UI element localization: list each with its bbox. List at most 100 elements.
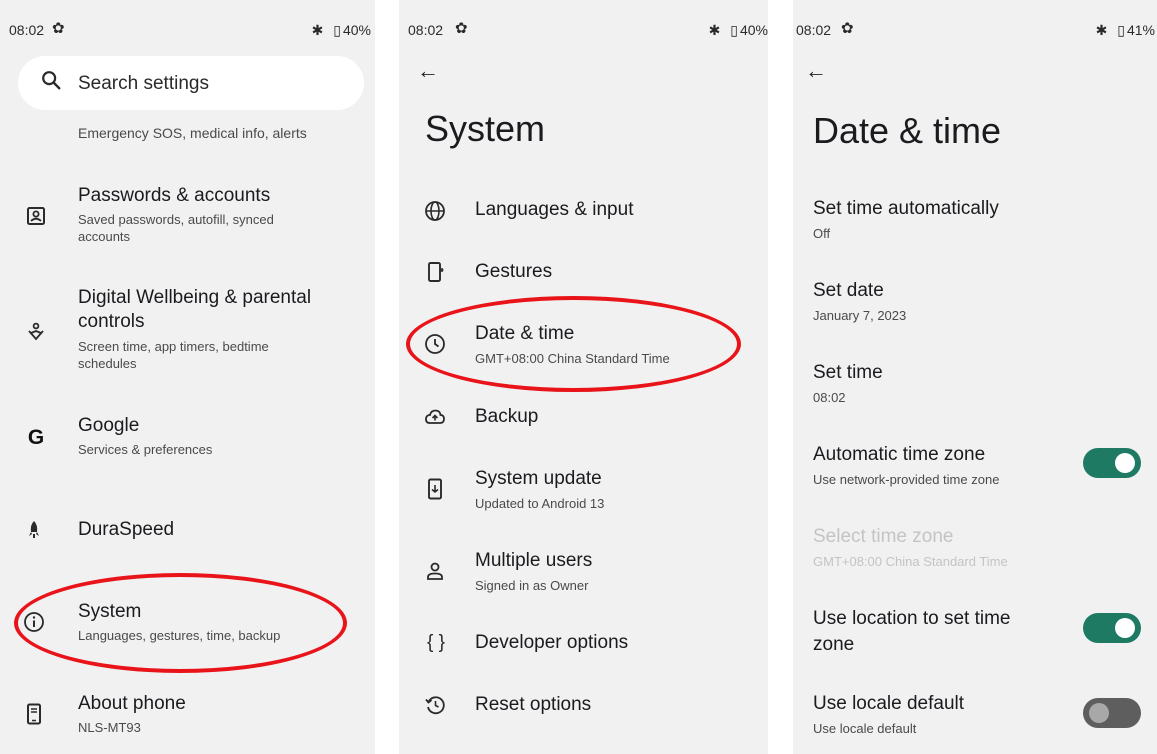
system-update-icon	[428, 478, 442, 500]
item-subtitle: Screen time, app timers, bedtime schedul…	[78, 339, 269, 371]
battery-level: 40%	[739, 22, 768, 38]
item-title: Reset options	[475, 694, 592, 715]
item-title: Passwords & accounts	[78, 185, 271, 206]
date-time-item[interactable]: Date & time GMT+08:00 China Standard Tim…	[399, 322, 768, 370]
item-subtitle: GMT+08:00 China Standard Time	[813, 554, 1008, 569]
item-title: System update	[475, 468, 602, 489]
item-subtitle: Languages, gestures, time, backup	[78, 628, 281, 643]
back-arrow-icon[interactable]: ←	[805, 58, 827, 84]
globe-icon	[425, 201, 445, 221]
toggle-knob	[1115, 453, 1135, 473]
search-icon	[42, 71, 61, 90]
item-title: Languages & input	[475, 199, 634, 220]
person-icon	[427, 562, 443, 580]
set-time-automatically-item[interactable]: Set time automatically Off	[793, 197, 1157, 245]
status-time: 08:02	[9, 22, 45, 38]
automatic-time-zone-toggle[interactable]	[1083, 448, 1141, 478]
status-right: ✱ ▯ 41%	[1090, 22, 1155, 39]
use-locale-default-toggle[interactable]	[1083, 698, 1141, 728]
system-update-item[interactable]: System update Updated to Android 13	[399, 467, 768, 515]
clock-icon	[425, 334, 445, 354]
safety-emergency-item[interactable]: Emergency SOS, medical info, alerts	[0, 122, 375, 146]
bluetooth-icon: ✱	[708, 22, 721, 38]
item-title: Select time zone	[813, 526, 954, 547]
item-title: Automatic time zone	[813, 444, 986, 465]
google-icon: G	[27, 426, 45, 449]
use-location-toggle[interactable]	[1083, 613, 1141, 643]
bluetooth-icon: ✱	[311, 22, 324, 38]
set-time-item[interactable]: Set time 08:02	[793, 361, 1157, 409]
gear-icon: ✿	[841, 20, 854, 37]
gestures-item[interactable]: Gestures	[399, 260, 768, 286]
toggle-knob	[1089, 703, 1109, 723]
status-time: 08:02	[408, 22, 444, 38]
item-title: Digital Wellbeing & parental controls	[78, 287, 312, 332]
item-subtitle: Saved passwords, autofill, synced accoun…	[78, 212, 274, 244]
battery-icon: ▯	[333, 22, 341, 38]
item-subtitle: Off	[813, 226, 831, 241]
gear-icon: ✿	[52, 20, 65, 37]
item-subtitle: GMT+08:00 China Standard Time	[475, 351, 670, 366]
status-bar: 08:02 ✿ ✱ ▯ 40%	[399, 0, 768, 54]
passwords-accounts-item[interactable]: Passwords & accounts Saved passwords, au…	[0, 184, 375, 250]
reset-options-item[interactable]: Reset options	[399, 693, 768, 719]
automatic-time-zone-item[interactable]: Automatic time zone Use network-provided…	[793, 443, 1157, 491]
item-subtitle: January 7, 2023	[813, 308, 907, 323]
item-title: Gestures	[475, 261, 553, 282]
status-bar: 08:02 ✿ ✱ ▯ 41%	[793, 0, 1157, 54]
braces-icon: { }	[427, 632, 445, 653]
battery-level: 40%	[342, 22, 371, 38]
item-subtitle: Services & preferences	[78, 442, 213, 457]
use-locale-default-item[interactable]: Use locale default Use locale default	[793, 692, 1157, 740]
item-title: Set time automatically	[813, 198, 999, 219]
toggle-knob	[1115, 618, 1135, 638]
about-phone-item[interactable]: About phone NLS-MT93	[0, 692, 375, 740]
page-title: Date & time	[813, 110, 1002, 151]
item-subtitle: Updated to Android 13	[475, 496, 605, 511]
item-title: Developer options	[475, 632, 629, 653]
select-time-zone-item: Select time zone GMT+08:00 China Standar…	[793, 525, 1157, 573]
item-title: Date & time	[475, 323, 575, 344]
search-bar[interactable]: Search settings	[18, 56, 364, 110]
item-title: System	[78, 601, 142, 622]
battery-icon: ▯	[730, 22, 738, 38]
backup-item[interactable]: Backup	[399, 405, 768, 431]
item-title: Set time	[813, 362, 883, 383]
gestures-icon	[428, 262, 444, 282]
status-right: ✱ ▯ 40%	[703, 22, 768, 39]
status-time: 08:02	[796, 22, 832, 38]
item-title: Google	[78, 415, 140, 436]
item-title: Multiple users	[475, 550, 593, 571]
system-item[interactable]: System Languages, gestures, time, backup	[0, 600, 375, 648]
status-right: ✱ ▯ 40%	[306, 22, 371, 39]
search-placeholder: Search settings	[78, 73, 209, 94]
google-item[interactable]: G Google Services & preferences	[0, 414, 375, 462]
status-bar: 08:02 ✿ ✱ ▯ 40%	[0, 0, 375, 54]
back-arrow-icon[interactable]: ←	[417, 58, 439, 84]
system-screen: 08:02 ✿ ✱ ▯ 40% ← System Languages & inpu…	[399, 0, 768, 754]
settings-screen: 08:02 ✿ ✱ ▯ 40% Search settings Emergency…	[0, 0, 375, 754]
item-subtitle: NLS-MT93	[78, 720, 141, 735]
item-title: Set date	[813, 280, 884, 301]
item-title: Use location to set time zone	[813, 608, 1011, 655]
item-subtitle: Emergency SOS, medical info, alerts	[78, 125, 307, 141]
wellbeing-icon	[28, 322, 44, 341]
history-icon	[425, 696, 445, 715]
duraspeed-item[interactable]: DuraSpeed	[0, 518, 375, 544]
battery-icon: ▯	[1117, 22, 1125, 38]
item-subtitle: Signed in as Owner	[475, 578, 589, 593]
date-time-screen: 08:02 ✿ ✱ ▯ 41% ← Date & time Set time au…	[793, 0, 1157, 754]
languages-input-item[interactable]: Languages & input	[399, 198, 768, 224]
item-subtitle: Use locale default	[813, 721, 917, 736]
item-subtitle: Use network-provided time zone	[813, 472, 1000, 487]
use-location-time-zone-item[interactable]: Use location to set time zone	[793, 606, 1157, 658]
phone-icon	[27, 703, 41, 725]
item-title: Backup	[475, 406, 539, 427]
digital-wellbeing-item[interactable]: Digital Wellbeing & parental controls Sc…	[0, 286, 375, 376]
set-date-item[interactable]: Set date January 7, 2023	[793, 279, 1157, 327]
cloud-upload-icon	[425, 409, 445, 424]
item-title: Use locale default	[813, 693, 965, 714]
multiple-users-item[interactable]: Multiple users Signed in as Owner	[399, 549, 768, 597]
page-title: System	[425, 108, 546, 149]
developer-options-item[interactable]: { } Developer options	[399, 631, 768, 657]
